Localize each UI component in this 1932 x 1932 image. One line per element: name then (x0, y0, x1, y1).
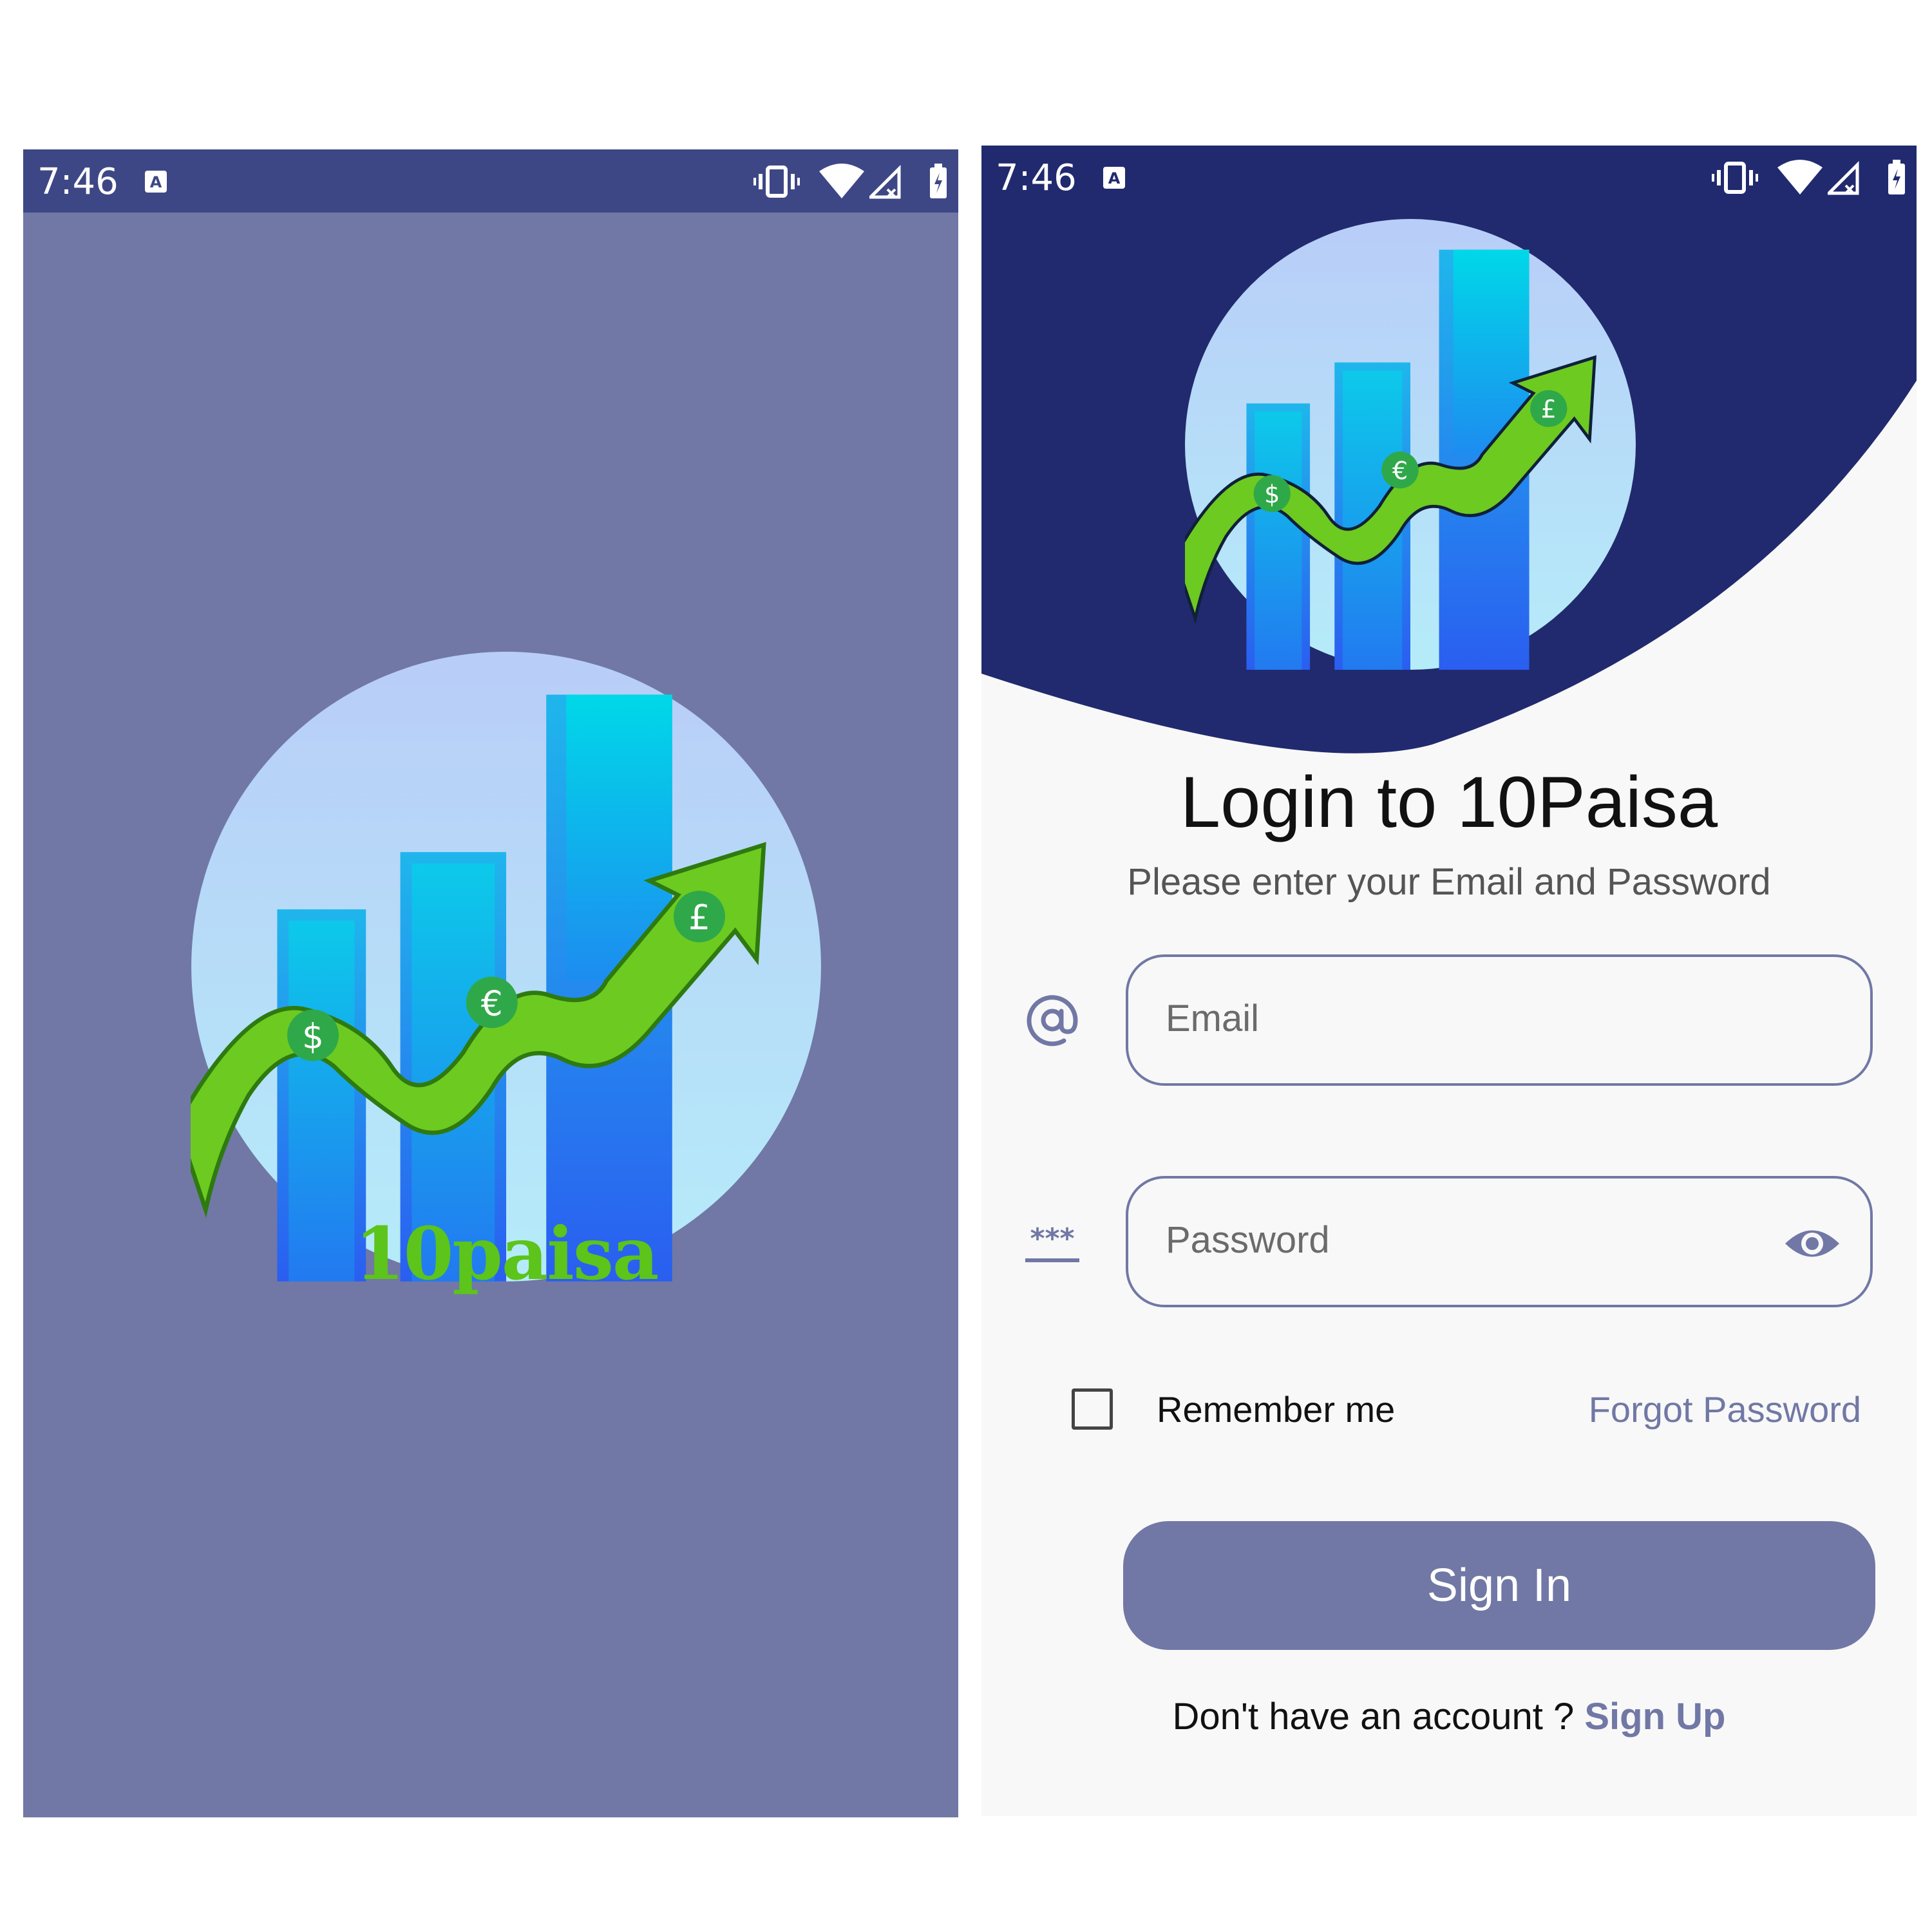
page-title: Login to 10Paisa (1180, 762, 1718, 842)
at-sign-icon (1027, 995, 1078, 1046)
svg-text:£: £ (688, 897, 710, 938)
svg-text:A: A (150, 173, 162, 191)
status-bar: 7:46 A (23, 149, 958, 213)
svg-text:***: *** (1030, 1222, 1074, 1255)
sign-in-label: Sign In (1426, 1560, 1572, 1611)
signup-prompt: Don't have an account ? (1172, 1696, 1585, 1738)
page-subtitle: Please enter your Email and Password (1127, 861, 1771, 903)
email-field[interactable]: Email (1126, 954, 1873, 1086)
email-placeholder: Email (1166, 998, 1260, 1039)
splash-screen: 7:46 A $ € £ 10paisa (23, 149, 958, 1817)
signup-row: Don't have an account ? Sign Up (981, 1695, 1917, 1738)
svg-text:£: £ (1541, 396, 1557, 424)
login-screen: 7:46 A $ € £ Login to 10Paisa Please ent… (981, 146, 1917, 1816)
growth-chart-money-icon: $ € £ (1173, 219, 1636, 670)
password-icon: *** (1025, 1222, 1079, 1262)
svg-text:$: $ (1264, 481, 1280, 509)
wifi-icon (819, 164, 864, 198)
svg-text:€: € (1392, 457, 1408, 486)
password-field[interactable]: Password (1126, 1176, 1873, 1307)
status-time: 7:46 (37, 161, 118, 203)
vibrate-icon (1712, 162, 1758, 194)
remember-checkbox[interactable] (1072, 1388, 1113, 1430)
battery-icon (930, 164, 947, 198)
notification-a-icon: A (145, 171, 167, 193)
remember-label: Remember me (1157, 1389, 1396, 1430)
svg-text:$: $ (302, 1016, 324, 1057)
vibrate-icon (753, 166, 800, 198)
signal-icon (1828, 160, 1859, 195)
eye-icon[interactable] (1783, 1222, 1842, 1265)
notification-a-icon: A (1103, 167, 1125, 189)
wifi-icon (1777, 160, 1823, 194)
growth-chart-money-icon: $ € £ (175, 652, 821, 1282)
svg-text:A: A (1108, 169, 1121, 187)
sign-up-link[interactable]: Sign Up (1584, 1696, 1725, 1738)
sign-in-button[interactable]: Sign In (1123, 1521, 1875, 1650)
app-logo: $ € £ (1173, 218, 1636, 681)
signal-icon (869, 164, 901, 199)
password-placeholder: Password (1166, 1219, 1330, 1261)
brand-name: 10paisa (354, 1212, 659, 1296)
status-bar: 7:46 A (981, 146, 1917, 209)
battery-icon (1888, 160, 1905, 194)
app-logo: $ € £ 10paisa (175, 652, 822, 1296)
forgot-password-link[interactable]: Forgot Password (1589, 1388, 1861, 1430)
svg-text:€: € (481, 983, 503, 1023)
status-time: 7:46 (996, 157, 1077, 199)
